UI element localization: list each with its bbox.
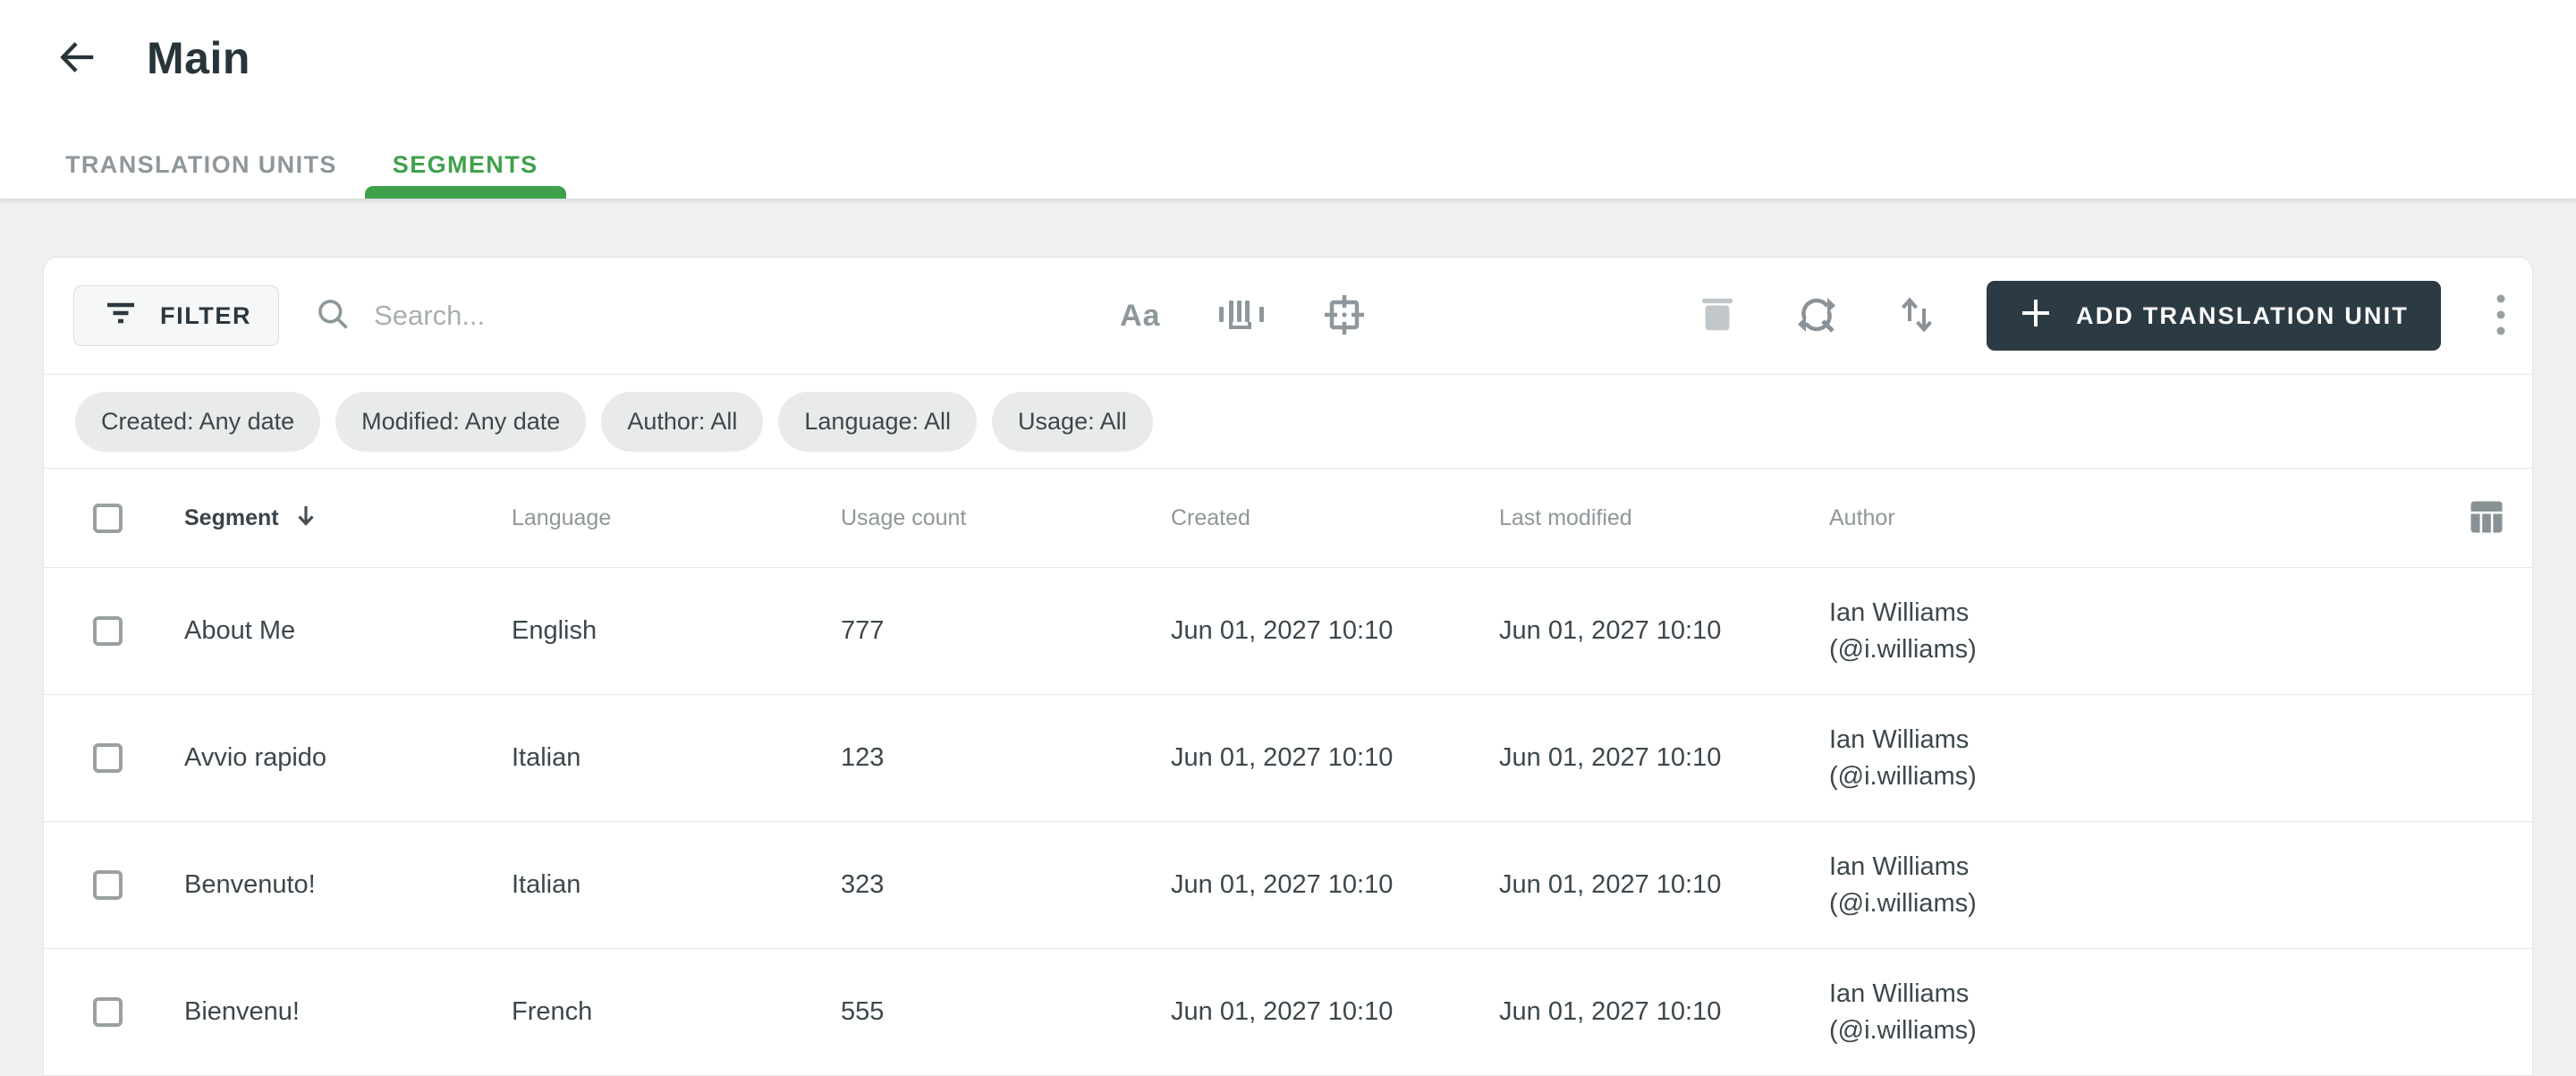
column-header-created[interactable]: Created [1171, 505, 1499, 531]
cell-last-modified: Jun 01, 2027 10:10 [1499, 616, 1722, 645]
column-header-usage-count[interactable]: Usage count [841, 505, 1171, 531]
cell-segment: Benvenuto! [184, 870, 316, 899]
filter-chip-modified[interactable]: Modified: Any date [335, 391, 587, 452]
cell-language: Italian [512, 870, 581, 899]
focus-frame-button[interactable] [1318, 289, 1370, 343]
sort-descending-icon [293, 503, 318, 534]
cell-usage-count: 777 [841, 616, 885, 645]
plus-icon [2019, 296, 2053, 336]
swap-vert-icon [1895, 293, 1938, 339]
toolbar-actions: ADD TRANSLATION UNIT [1693, 281, 2511, 351]
filter-button-label: FILTER [160, 301, 252, 329]
cell-author: Ian Williams (@i.williams) [1829, 724, 1977, 791]
more-options-button[interactable] [2491, 289, 2511, 343]
find-replace-button[interactable] [1792, 290, 1842, 343]
match-case-button[interactable]: Aa [1116, 295, 1164, 337]
active-tab-indicator [364, 186, 566, 199]
table-row[interactable]: About Me English 777 Jun 01, 2027 10:10 … [44, 568, 2532, 695]
app-header: Main TRANSLATION UNITS SEGMENTS [0, 0, 2576, 199]
back-button[interactable] [55, 36, 100, 80]
cell-created: Jun 01, 2027 10:10 [1171, 997, 1394, 1026]
find-replace-icon [1795, 293, 1838, 339]
focus-frame-icon [1322, 292, 1367, 340]
tab-segments[interactable]: SEGMENTS [364, 131, 566, 199]
search-options: Aa [1116, 289, 1369, 343]
select-all-cell [44, 503, 184, 533]
filter-chip-language[interactable]: Language: All [778, 391, 978, 452]
title-row: Main [0, 0, 2576, 84]
table-row[interactable]: Bienvenu! French 555 Jun 01, 2027 10:10 … [44, 949, 2532, 1076]
column-header-segment-label: Segment [184, 504, 279, 530]
row-checkbox-cell [44, 616, 184, 646]
toolbar: FILTER Aa [44, 258, 2532, 375]
view-column-icon [2468, 498, 2505, 538]
column-header-author[interactable]: Author [1829, 505, 2450, 531]
sort-button[interactable] [1892, 290, 1942, 343]
cell-language: Italian [512, 743, 581, 772]
cell-segment: Bienvenu! [184, 997, 300, 1026]
add-translation-unit-button[interactable]: ADD TRANSLATION UNIT [1987, 281, 2441, 351]
tab-bar: TRANSLATION UNITS SEGMENTS [38, 131, 566, 199]
row-checkbox[interactable] [93, 743, 123, 773]
cell-created: Jun 01, 2027 10:10 [1171, 870, 1394, 899]
search-box [315, 296, 1001, 336]
cell-created: Jun 01, 2027 10:10 [1171, 616, 1394, 645]
cell-language: English [512, 616, 597, 645]
match-case-icon: Aa [1120, 298, 1161, 333]
cell-created: Jun 01, 2027 10:10 [1171, 743, 1394, 772]
row-checkbox[interactable] [93, 997, 123, 1027]
filter-chip-usage[interactable]: Usage: All [992, 391, 1153, 452]
column-header-language[interactable]: Language [512, 505, 841, 531]
cell-usage-count: 555 [841, 997, 885, 1026]
filter-button[interactable]: FILTER [73, 285, 280, 346]
cell-segment: About Me [184, 616, 296, 645]
cell-author: Ian Williams (@i.williams) [1829, 851, 1977, 918]
row-checkbox[interactable] [93, 616, 123, 646]
cell-last-modified: Jun 01, 2027 10:10 [1499, 997, 1722, 1026]
row-checkbox[interactable] [93, 870, 123, 900]
search-icon [315, 296, 351, 336]
match-whole-word-button[interactable] [1215, 291, 1268, 342]
page-title: Main [147, 33, 250, 83]
tab-translation-units[interactable]: TRANSLATION UNITS [38, 131, 365, 199]
cell-language: French [512, 997, 593, 1026]
cell-usage-count: 323 [841, 870, 885, 899]
column-header-segment[interactable]: Segment [184, 503, 512, 534]
segments-card: FILTER Aa [43, 257, 2533, 1076]
filter-chip-created[interactable]: Created: Any date [75, 391, 321, 452]
arrow-left-icon [57, 37, 98, 80]
add-button-label: ADD TRANSLATION UNIT [2076, 301, 2409, 329]
table-header: Segment Language Usage count Created Las… [44, 469, 2532, 568]
cell-author: Ian Williams (@i.williams) [1829, 597, 1977, 664]
column-header-last-modified[interactable]: Last modified [1499, 505, 1829, 531]
cell-usage-count: 123 [841, 743, 885, 772]
column-settings-button[interactable] [2464, 495, 2509, 542]
row-checkbox-cell [44, 997, 184, 1027]
cell-author: Ian Williams (@i.williams) [1829, 979, 1977, 1045]
barcode-icon [1218, 294, 1265, 338]
search-input[interactable] [374, 300, 1001, 332]
kebab-icon [2495, 292, 2507, 340]
delete-button[interactable] [1693, 291, 1741, 342]
row-checkbox-cell [44, 743, 184, 773]
trash-icon [1697, 294, 1738, 338]
cell-segment: Avvio rapido [184, 743, 327, 772]
tab-segments-label: SEGMENTS [392, 150, 538, 178]
page-body: FILTER Aa [0, 199, 2576, 1076]
cell-last-modified: Jun 01, 2027 10:10 [1499, 870, 1722, 899]
select-all-checkbox[interactable] [93, 503, 123, 533]
table-row[interactable]: Benvenuto! Italian 323 Jun 01, 2027 10:1… [44, 822, 2532, 949]
filter-chips-row: Created: Any date Modified: Any date Aut… [44, 375, 2532, 469]
table-row[interactable]: Avvio rapido Italian 123 Jun 01, 2027 10… [44, 695, 2532, 822]
row-checkbox-cell [44, 870, 184, 900]
cell-last-modified: Jun 01, 2027 10:10 [1499, 743, 1722, 772]
filter-icon [101, 293, 140, 339]
filter-chip-author[interactable]: Author: All [601, 391, 764, 452]
